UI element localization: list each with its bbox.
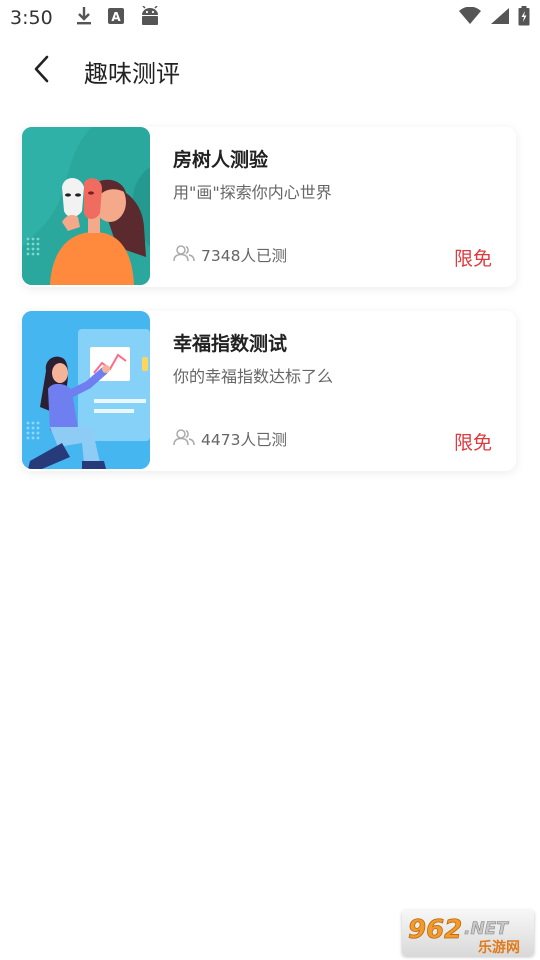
participant-count-text: 7348人已测 [201,247,287,265]
site-watermark-logo: 962 .NET 乐游网 [402,910,534,956]
page-title: 趣味测评 [84,59,180,88]
status-time: 3:50 [10,7,53,29]
assessment-card-house-tree-person[interactable]: 房树人测验 用"画"探索你内心世界 7348人已测 限免 [22,127,516,287]
participant-count-text: 4473人已测 [201,431,287,449]
free-badge: 限免 [453,248,492,270]
chart-board-illustration [22,311,150,469]
status-left-icons: A [75,5,161,30]
watermark-cn: 乐游网 [478,939,520,956]
assessment-card-happiness-index[interactable]: 幸福指数测试 你的幸福指数达标了么 4473人已测 限免 [22,311,516,471]
people-icon [173,244,195,266]
signal-icon [490,7,510,29]
people-icon [173,428,195,450]
free-badge: 限免 [453,432,492,454]
card-title: 幸福指数测试 [173,333,288,355]
battery-charging-icon [518,6,530,30]
status-right-icons [458,6,530,30]
card-body: 幸福指数测试 你的幸福指数达标了么 4473人已测 限免 [173,311,496,469]
chevron-left-icon [32,54,52,88]
svg-text:A: A [111,10,121,24]
back-button[interactable] [22,51,62,91]
card-thumbnail [22,311,150,469]
watermark-suffix: .NET [464,919,509,939]
card-subtitle: 你的幸福指数达标了么 [173,367,334,386]
card-subtitle: 用"画"探索你内心世界 [173,183,332,202]
wifi-icon [458,6,482,29]
mask-illustration [22,127,150,285]
card-thumbnail [22,127,150,285]
a-box-icon: A [107,7,125,29]
download-icon [75,6,93,30]
watermark-number: 962 [408,915,462,945]
card-title: 房树人测验 [173,149,269,171]
assessment-list: 房树人测验 用"画"探索你内心世界 7348人已测 限免 幸福指数测试 你的幸福… [22,127,518,495]
app-header: 趣味测评 [0,36,540,106]
android-icon [139,5,161,30]
participant-count: 4473人已测 [173,428,287,450]
card-body: 房树人测验 用"画"探索你内心世界 7348人已测 限免 [173,127,496,285]
status-bar: 3:50 A [0,0,540,36]
participant-count: 7348人已测 [173,244,287,266]
